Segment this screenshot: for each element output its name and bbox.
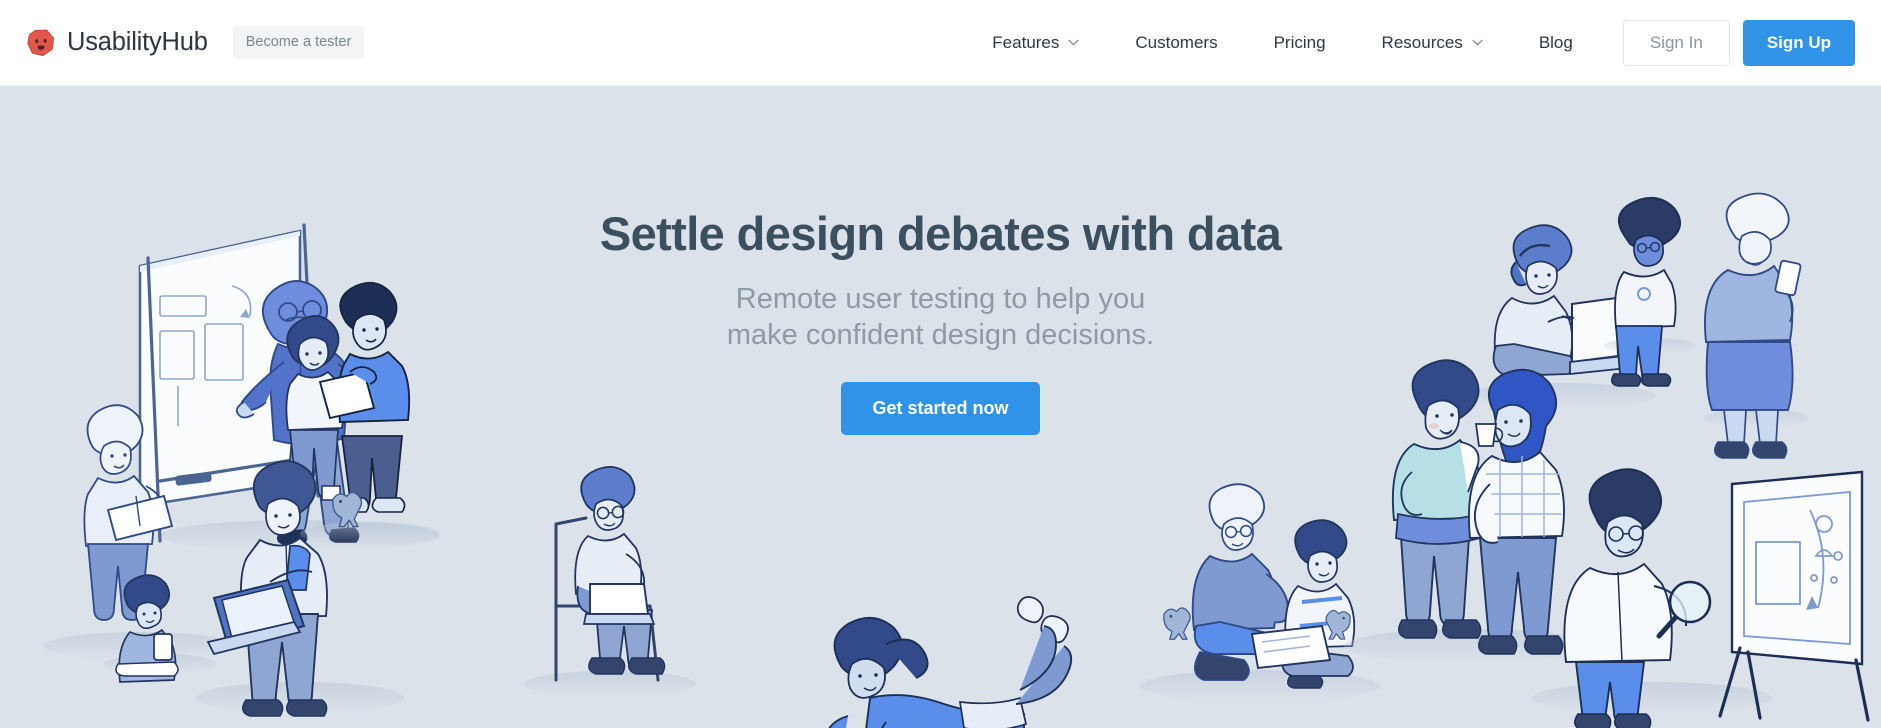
nav-label: Customers [1135, 32, 1218, 52]
hero-cta-wrapper: Get started now [0, 382, 1881, 436]
nav-item-blog[interactable]: Blog [1511, 33, 1601, 53]
hero-section: Settle design debates with data Remote u… [0, 86, 1881, 728]
get-started-button[interactable]: Get started now [841, 382, 1040, 436]
brand-name: UsabilityHub [67, 28, 208, 56]
nav-label: Features [992, 32, 1060, 52]
main-navigation: Features Customers Pricing Resources Blo… [964, 19, 1855, 66]
site-header: UsabilityHub Become a tester Features Cu… [0, 0, 1881, 86]
nav-item-features[interactable]: Features [964, 33, 1107, 53]
sign-in-button[interactable]: Sign In [1622, 19, 1730, 66]
usabilityhub-blob-face-icon [26, 28, 56, 58]
nav-item-customers[interactable]: Customers [1107, 33, 1245, 53]
sign-up-button[interactable]: Sign Up [1742, 19, 1855, 66]
nav-item-resources[interactable]: Resources [1354, 33, 1511, 53]
chevron-down-icon [1068, 39, 1079, 46]
nav-label: Blog [1538, 32, 1573, 52]
brand-logo[interactable]: UsabilityHub Become a tester [26, 26, 365, 59]
nav-label: Pricing [1273, 32, 1326, 52]
nav-item-pricing[interactable]: Pricing [1246, 33, 1354, 53]
nav-label: Resources [1381, 32, 1463, 52]
become-a-tester-badge[interactable]: Become a tester [232, 26, 365, 59]
chevron-down-icon [1472, 39, 1483, 46]
